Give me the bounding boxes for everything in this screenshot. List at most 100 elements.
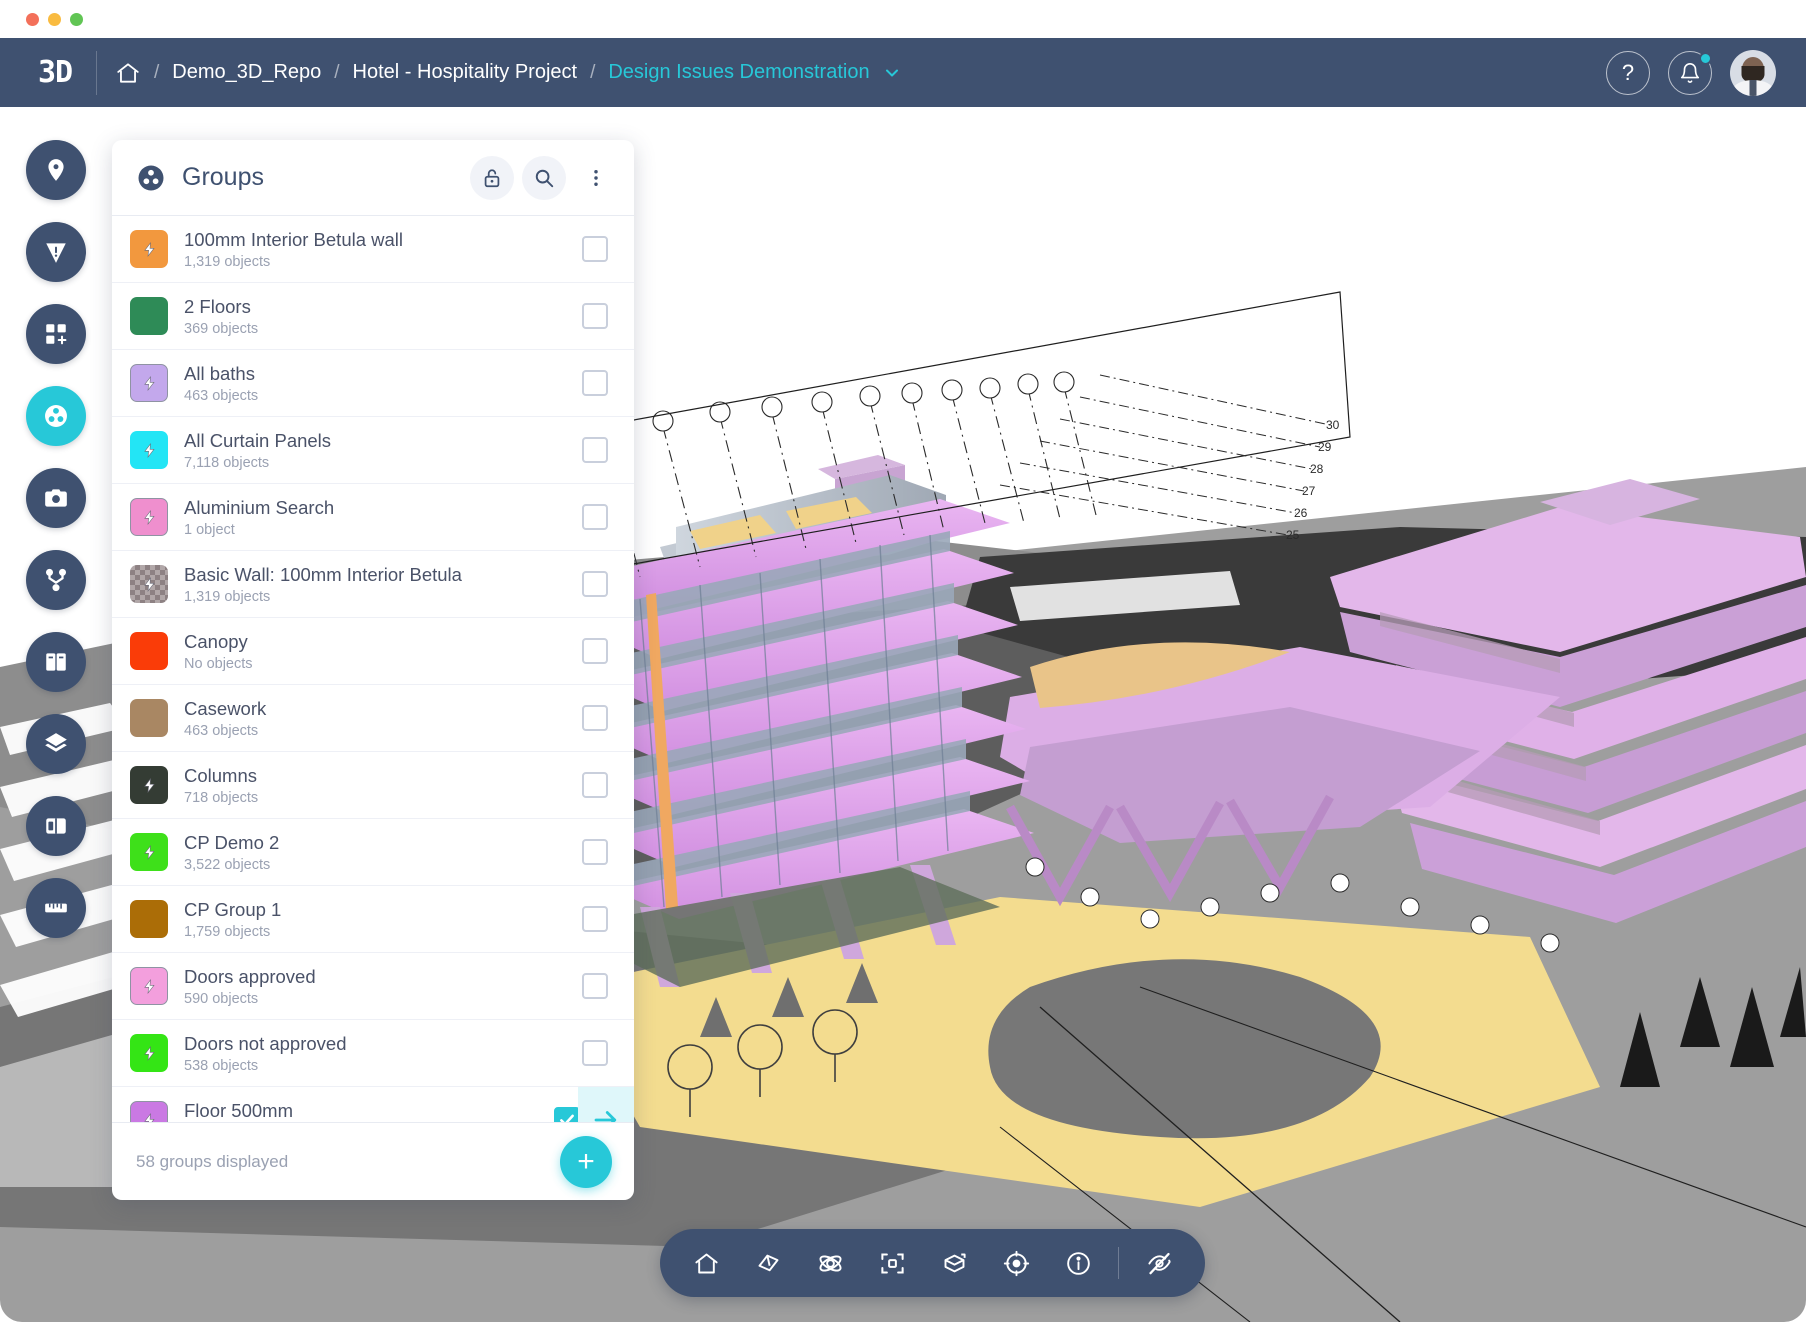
group-list-item[interactable]: Floor 500mm36 objects xyxy=(112,1087,634,1122)
group-list-item[interactable]: Doors approved590 objects xyxy=(112,953,634,1020)
add-group-button[interactable]: + xyxy=(560,1136,612,1188)
sidebar-item-clip[interactable] xyxy=(26,796,86,856)
orbit-button[interactable] xyxy=(802,1235,858,1291)
sidebar-item-tree[interactable] xyxy=(26,304,86,364)
group-object-count: 718 objects xyxy=(184,790,582,806)
group-text: Aluminium Search1 object xyxy=(184,496,582,538)
group-list-item[interactable]: 100mm Interior Betula wall1,319 objects xyxy=(112,216,634,283)
group-checkbox[interactable] xyxy=(582,772,608,798)
breadcrumb-separator-1: / xyxy=(154,62,159,84)
group-color-swatch[interactable] xyxy=(130,766,168,804)
breadcrumb-teamspace[interactable]: Demo_3D_Repo xyxy=(172,61,321,84)
group-checkbox[interactable] xyxy=(582,504,608,530)
group-list-item[interactable]: 2 Floors369 objects xyxy=(112,283,634,350)
group-list-item[interactable]: Basic Wall: 100mm Interior Betula1,319 o… xyxy=(112,551,634,618)
group-checkbox[interactable] xyxy=(582,303,608,329)
group-list-item[interactable]: CanopyNo objects xyxy=(112,618,634,685)
group-checkbox[interactable] xyxy=(582,1040,608,1066)
sidebar-item-layers[interactable] xyxy=(26,714,86,774)
sidebar-item-compare[interactable] xyxy=(26,550,86,610)
info-button[interactable] xyxy=(1050,1235,1106,1291)
home-icon xyxy=(693,1250,720,1277)
panel-title: Groups xyxy=(182,163,264,192)
group-color-swatch[interactable] xyxy=(130,364,168,402)
projection-button[interactable] xyxy=(926,1235,982,1291)
group-color-swatch[interactable] xyxy=(130,230,168,268)
group-name: 2 Floors xyxy=(184,295,582,318)
group-name: Doors not approved xyxy=(184,1032,582,1055)
group-checkbox[interactable] xyxy=(582,236,608,262)
breadcrumb-project[interactable]: Hotel - Hospitality Project xyxy=(353,61,578,84)
notifications-button[interactable] xyxy=(1668,51,1712,95)
search-button[interactable] xyxy=(522,156,566,200)
group-list-item[interactable]: Aluminium Search1 object xyxy=(112,484,634,551)
sidebar-item-measure[interactable] xyxy=(26,878,86,938)
window-maximize-button[interactable] xyxy=(70,13,83,26)
group-color-swatch[interactable] xyxy=(130,967,168,1005)
group-list-item[interactable]: Columns718 objects xyxy=(112,752,634,819)
group-text: Doors not approved538 objects xyxy=(184,1032,582,1074)
more-menu-button[interactable] xyxy=(574,156,618,200)
svg-text:28: 28 xyxy=(1310,462,1324,476)
group-object-count: 463 objects xyxy=(184,388,582,404)
group-color-swatch[interactable] xyxy=(130,833,168,871)
group-checkbox[interactable] xyxy=(582,705,608,731)
smart-group-bolt-icon xyxy=(142,508,157,527)
group-list-item[interactable]: Doors not approved538 objects xyxy=(112,1020,634,1087)
sidebar-item-issues[interactable] xyxy=(26,140,86,200)
group-object-count: 7,118 objects xyxy=(184,455,582,471)
group-checkbox[interactable] xyxy=(554,1107,580,1122)
window-close-button[interactable] xyxy=(26,13,39,26)
pivot-button[interactable] xyxy=(988,1235,1044,1291)
ruler-icon xyxy=(43,895,69,921)
group-color-swatch[interactable] xyxy=(130,498,168,536)
navigation-mode-button[interactable] xyxy=(740,1235,796,1291)
group-object-count: 463 objects xyxy=(184,723,582,739)
group-checkbox[interactable] xyxy=(582,906,608,932)
group-color-swatch[interactable] xyxy=(130,1034,168,1072)
group-list-item[interactable]: All Curtain Panels7,118 objects xyxy=(112,417,634,484)
group-color-swatch[interactable] xyxy=(130,565,168,603)
group-color-swatch[interactable] xyxy=(130,900,168,938)
hide-toggle-button[interactable] xyxy=(1131,1235,1187,1291)
group-color-swatch[interactable] xyxy=(130,297,168,335)
group-text: All Curtain Panels7,118 objects xyxy=(184,429,582,471)
sidebar-item-sequences[interactable] xyxy=(26,632,86,692)
group-text: Floor 500mm36 objects xyxy=(184,1099,554,1122)
home-icon[interactable] xyxy=(115,60,141,86)
sidebar-item-groups[interactable] xyxy=(26,386,86,446)
group-color-swatch[interactable] xyxy=(130,699,168,737)
breadcrumb-model[interactable]: Design Issues Demonstration xyxy=(608,61,869,84)
sidebar-item-viewpoints[interactable] xyxy=(26,468,86,528)
app-logo[interactable]: 3D xyxy=(24,55,86,90)
groups-list[interactable]: 100mm Interior Betula wall1,319 objects2… xyxy=(112,216,634,1122)
group-color-swatch[interactable] xyxy=(130,632,168,670)
nav-divider xyxy=(96,51,97,95)
viewer-bottom-toolbar xyxy=(660,1229,1205,1297)
group-text: Casework463 objects xyxy=(184,697,582,739)
group-list-item[interactable]: Casework463 objects xyxy=(112,685,634,752)
window-minimize-button[interactable] xyxy=(48,13,61,26)
chevron-down-icon[interactable] xyxy=(882,63,902,83)
group-list-item[interactable]: All baths463 objects xyxy=(112,350,634,417)
sidebar-item-risks[interactable] xyxy=(26,222,86,282)
group-checkbox[interactable] xyxy=(582,638,608,664)
group-checkbox[interactable] xyxy=(582,370,608,396)
group-checkbox[interactable] xyxy=(582,437,608,463)
bell-icon xyxy=(1679,62,1701,84)
group-object-count: 1,759 objects xyxy=(184,924,582,940)
group-checkbox[interactable] xyxy=(582,839,608,865)
open-group-button[interactable] xyxy=(578,1087,634,1122)
group-list-item[interactable]: CP Group 11,759 objects xyxy=(112,886,634,953)
lock-button[interactable] xyxy=(470,156,514,200)
home-view-button[interactable] xyxy=(678,1235,734,1291)
group-checkbox[interactable] xyxy=(582,571,608,597)
avatar[interactable] xyxy=(1730,50,1776,96)
group-list-item[interactable]: CP Demo 23,522 objects xyxy=(112,819,634,886)
group-color-swatch[interactable] xyxy=(130,1101,168,1122)
group-checkbox[interactable] xyxy=(582,973,608,999)
focus-button[interactable] xyxy=(864,1235,920,1291)
help-button[interactable]: ? xyxy=(1606,51,1650,95)
group-color-swatch[interactable] xyxy=(130,431,168,469)
warning-triangle-icon xyxy=(43,239,69,265)
